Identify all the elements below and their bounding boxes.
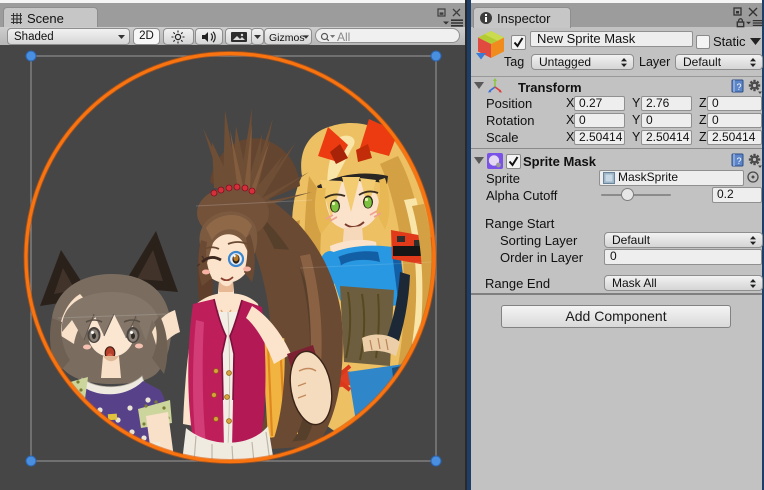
svg-text:?: ? bbox=[736, 156, 741, 166]
svg-text:?: ? bbox=[736, 82, 741, 92]
